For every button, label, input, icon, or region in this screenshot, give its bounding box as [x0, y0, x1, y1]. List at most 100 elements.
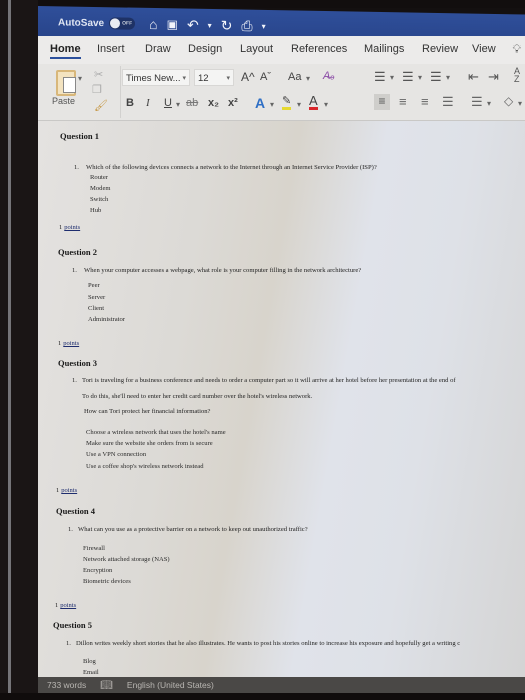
- answer-option[interactable]: Router: [90, 174, 108, 181]
- answer-option[interactable]: Email: [83, 669, 99, 676]
- question-text: When your computer accesses a webpage, w…: [84, 267, 362, 274]
- align-right-button[interactable]: ≡: [421, 94, 429, 109]
- redo-icon[interactable]: ↻: [221, 17, 233, 34]
- answer-option[interactable]: Choose a wireless network that uses the …: [86, 429, 226, 436]
- answer-option[interactable]: Switch: [90, 196, 108, 203]
- answer-option[interactable]: Firewall: [83, 545, 105, 552]
- points-link[interactable]: points: [64, 224, 80, 231]
- chevron-down-icon[interactable]: ▾: [446, 73, 450, 82]
- font-name-select[interactable]: Times New... ▾: [122, 69, 190, 86]
- format-painter-icon[interactable]: 🖌︎: [94, 99, 108, 112]
- question-number: 1.: [72, 267, 77, 274]
- question-number: 1.: [66, 640, 71, 647]
- chevron-down-icon[interactable]: ▾: [487, 99, 491, 108]
- paste-button[interactable]: Paste: [52, 96, 75, 106]
- align-left-button[interactable]: ≡: [374, 94, 390, 110]
- paste-dropdown-icon[interactable]: ▾: [78, 74, 82, 83]
- font-color-button[interactable]: A: [309, 94, 318, 110]
- chevron-down-icon[interactable]: ▾: [306, 74, 310, 83]
- italic-button[interactable]: I: [146, 97, 150, 109]
- tab-insert[interactable]: Insert: [97, 43, 125, 55]
- change-case-button[interactable]: Aa: [288, 71, 301, 83]
- tab-view[interactable]: View: [472, 43, 496, 55]
- answer-option[interactable]: Use a VPN connection: [86, 451, 146, 458]
- ribbon-tabs: Home Insert Draw Design Layout Reference…: [38, 36, 525, 64]
- shading-icon[interactable]: ◇: [504, 94, 513, 108]
- home-icon[interactable]: ⌂: [149, 16, 157, 32]
- answer-option[interactable]: Encryption: [83, 567, 112, 574]
- undo-dropdown-icon[interactable]: ▾: [208, 20, 212, 29]
- answer-option[interactable]: Modem: [90, 185, 111, 192]
- multilevel-list-icon[interactable]: ☰: [430, 69, 442, 85]
- font-size-select[interactable]: 12 ▾: [194, 69, 234, 86]
- shrink-font-button[interactable]: Aˇ: [260, 71, 271, 83]
- question-title: Question 3: [58, 358, 97, 368]
- sort-icon[interactable]: AZ: [514, 67, 520, 84]
- paste-icon[interactable]: [56, 70, 76, 96]
- bold-button[interactable]: B: [126, 97, 134, 109]
- chevron-down-icon[interactable]: ▾: [176, 100, 180, 109]
- chevron-down-icon: ▾: [226, 75, 230, 82]
- line-spacing-icon[interactable]: ☰: [471, 94, 483, 110]
- answer-option[interactable]: Client: [88, 305, 104, 312]
- subscript-button[interactable]: x₂: [208, 97, 219, 109]
- chevron-down-icon[interactable]: ▾: [324, 100, 328, 109]
- grow-font-button[interactable]: A^: [241, 70, 255, 84]
- bullets-icon[interactable]: ☰: [374, 69, 386, 85]
- answer-option[interactable]: Make sure the website she orders from is…: [86, 440, 213, 447]
- points-label: 1 points: [55, 602, 77, 609]
- proofing-book-icon[interactable]: 📖︎: [100, 680, 113, 691]
- tab-design[interactable]: Design: [188, 43, 222, 55]
- strikethrough-button[interactable]: ab: [186, 97, 198, 109]
- points-label: 1 points: [59, 224, 81, 231]
- numbering-icon[interactable]: ☰: [402, 69, 414, 85]
- decrease-indent-icon[interactable]: ⇤: [468, 69, 479, 85]
- chevron-down-icon[interactable]: ▾: [297, 100, 301, 109]
- chevron-down-icon[interactable]: ▾: [270, 100, 274, 109]
- tab-layout[interactable]: Layout: [240, 43, 273, 55]
- tell-me-lightbulb-icon[interactable]: 💡︎: [513, 42, 521, 57]
- answer-option[interactable]: Server: [88, 294, 105, 301]
- text-effects-button[interactable]: A: [255, 95, 265, 111]
- print-icon[interactable]: ⎙: [241, 17, 252, 34]
- tab-home[interactable]: Home: [50, 43, 81, 59]
- clear-formatting-icon[interactable]: A̶ₒ: [323, 70, 335, 82]
- chevron-down-icon[interactable]: ▾: [518, 99, 522, 108]
- question-text: Tori is traveling for a business confere…: [82, 377, 456, 384]
- answer-option[interactable]: Network attached storage (NAS): [83, 556, 170, 563]
- answer-option[interactable]: Blog: [83, 658, 96, 665]
- question-text: What can you use as a protective barrier…: [78, 526, 308, 533]
- tab-mailings[interactable]: Mailings: [364, 43, 404, 55]
- points-link[interactable]: points: [63, 340, 79, 347]
- points-link[interactable]: points: [60, 602, 76, 609]
- chevron-down-icon[interactable]: ▾: [418, 73, 422, 82]
- answer-option[interactable]: Peer: [88, 282, 100, 289]
- save-icon[interactable]: ▣: [167, 17, 178, 31]
- cut-icon[interactable]: ✂: [94, 68, 103, 81]
- justify-button[interactable]: ☰: [442, 94, 454, 110]
- autosave-toggle[interactable]: OFF: [109, 17, 136, 30]
- points-label: 1 points: [58, 340, 80, 347]
- points-link[interactable]: points: [61, 487, 77, 494]
- superscript-button[interactable]: x²: [228, 97, 238, 109]
- answer-option[interactable]: Hub: [90, 207, 101, 214]
- status-bar: 733 words 📖︎ English (United States): [38, 677, 525, 693]
- tab-draw[interactable]: Draw: [145, 43, 171, 55]
- undo-icon[interactable]: ↶: [187, 16, 199, 33]
- question-text: Which of the following devices connects …: [86, 164, 377, 171]
- tab-review[interactable]: Review: [422, 43, 458, 55]
- customize-toolbar-icon[interactable]: ▾: [262, 21, 266, 30]
- increase-indent-icon[interactable]: ⇥: [488, 69, 499, 85]
- tab-references[interactable]: References: [291, 43, 347, 55]
- word-count[interactable]: 733 words: [47, 680, 86, 690]
- answer-option[interactable]: Biometric devices: [83, 578, 131, 585]
- answer-option[interactable]: Administrator: [88, 316, 125, 323]
- align-center-button[interactable]: ≡: [399, 94, 407, 109]
- chevron-down-icon[interactable]: ▾: [390, 73, 394, 82]
- copy-icon[interactable]: ❐: [92, 83, 102, 96]
- answer-option[interactable]: Use a coffee shop's wireless network ins…: [86, 463, 204, 470]
- highlight-color-button[interactable]: ✎: [282, 96, 292, 110]
- document-page[interactable]: Question 1 1. Which of the following dev…: [38, 121, 525, 679]
- underline-button[interactable]: U: [164, 97, 172, 109]
- language-indicator[interactable]: English (United States): [127, 680, 214, 690]
